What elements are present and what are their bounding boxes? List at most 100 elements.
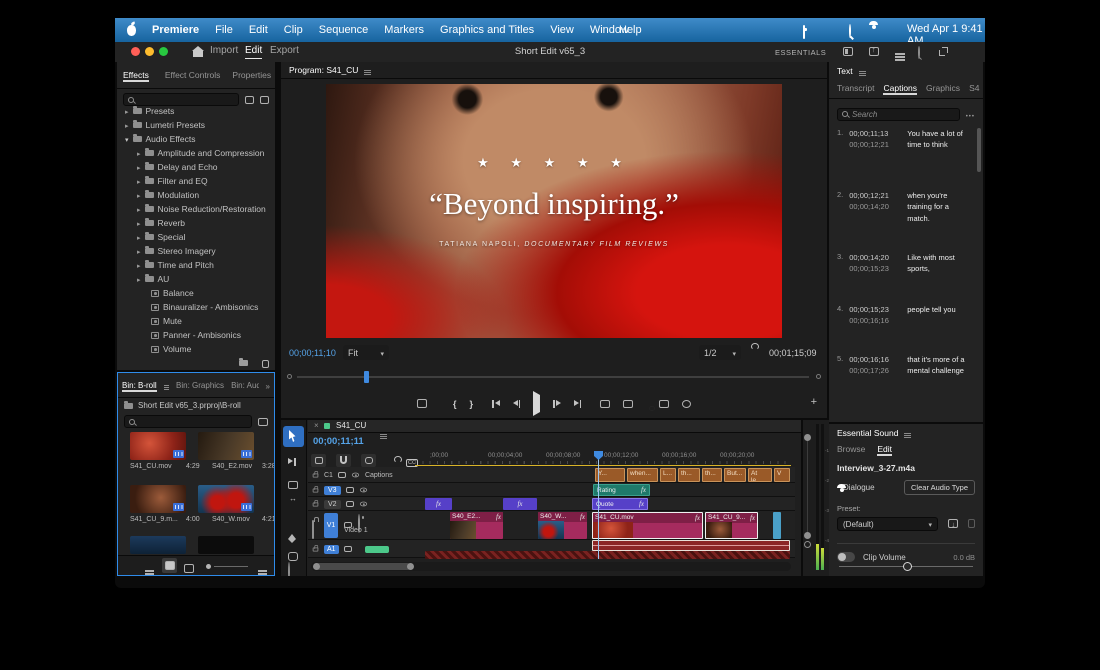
battery-icon[interactable] [803, 26, 805, 38]
snap-magnet-icon[interactable] [336, 454, 351, 467]
chevron-right-icon[interactable] [137, 260, 141, 270]
bin-clip-thumbnail[interactable] [198, 485, 254, 513]
caption-row[interactable]: 1. 00;00;11;1300;00;12;21 You have a lot… [837, 128, 975, 151]
sync-lock-icon[interactable] [344, 546, 352, 552]
clip-name[interactable]: S40_E2.mov [212, 463, 262, 473]
nav-export[interactable]: Export [270, 45, 299, 56]
panel-menu-icon[interactable] [164, 385, 169, 386]
chevron-right-icon[interactable] [137, 246, 141, 256]
chevron-right-icon[interactable] [137, 190, 141, 200]
ripple-edit-tool-icon[interactable] [288, 476, 298, 494]
multi-camera-icon[interactable] [659, 395, 669, 413]
progress-dashboard-icon[interactable] [895, 50, 905, 61]
nav-edit[interactable]: Edit [245, 45, 262, 59]
apple-menu-icon[interactable] [127, 25, 136, 36]
new-custom-bin-icon[interactable] [239, 360, 248, 366]
accelerated-effects-icon[interactable] [245, 96, 254, 104]
menu-help[interactable]: Help [619, 24, 642, 36]
graphic-clip-rating[interactable]: Ratingfx [593, 484, 650, 496]
tree-item-audio-effects[interactable]: Audio Effects [117, 132, 271, 146]
zoom-window-button[interactable] [159, 47, 168, 56]
quick-export-icon[interactable] [869, 47, 879, 59]
tree-item-panner[interactable]: Panner - Ambisonics [117, 328, 271, 342]
tree-item-modulation[interactable]: Modulation [117, 188, 271, 202]
clip-volume-slider[interactable] [839, 562, 973, 572]
bin-clip-thumbnail[interactable] [130, 485, 186, 513]
track-name-c1[interactable]: C1 [324, 472, 333, 479]
volume-slider-knob[interactable] [903, 562, 912, 571]
zoom-level-dropdown[interactable]: Fit [343, 345, 389, 360]
clip-volume-toggle[interactable] [837, 552, 855, 562]
tree-item-mute[interactable]: Mute [117, 314, 271, 328]
vscroll-handle-bottom2[interactable] [804, 541, 811, 548]
tree-item-amplitude[interactable]: Amplitude and Compression [117, 146, 271, 160]
lock-track-icon[interactable] [313, 502, 319, 506]
icon-view-button[interactable] [162, 558, 177, 573]
caption-clip[interactable]: Y... [595, 468, 625, 482]
panel-menu-icon[interactable] [904, 433, 911, 434]
essential-sound-title[interactable]: Essential Sound [837, 428, 898, 438]
menu-premiere[interactable]: Premiere [152, 24, 199, 36]
sort-icon[interactable] [258, 562, 267, 576]
tab-browse[interactable]: Browse [837, 444, 865, 454]
caption-clip[interactable]: But... [724, 468, 746, 482]
tree-item-reverb[interactable]: Reverb [117, 216, 271, 230]
chevron-right-icon[interactable] [137, 148, 141, 158]
workspaces-icon[interactable] [843, 47, 853, 59]
tree-item-delay-echo[interactable]: Delay and Echo [117, 160, 271, 174]
text-panel-title[interactable]: Text [837, 66, 853, 76]
filmstrip-view-icon[interactable] [184, 560, 194, 576]
track-target-v3[interactable]: V3 [324, 486, 341, 495]
tree-item-special[interactable]: Special [117, 230, 271, 244]
nav-import[interactable]: Import [210, 45, 238, 56]
timeline-timecode[interactable]: 00;00;11;11 [313, 436, 364, 447]
bin-clip-thumbnail[interactable] [130, 432, 186, 460]
tab-graphics[interactable]: Graphics [926, 83, 960, 93]
tree-item-balance[interactable]: Balance [117, 286, 271, 300]
menu-graphics-titles[interactable]: Graphics and Titles [440, 24, 534, 36]
track-target-v1[interactable]: V1 [324, 513, 338, 538]
program-timecode[interactable]: 00;00;11;10 [289, 348, 336, 358]
menu-sequence[interactable]: Sequence [319, 24, 369, 36]
spotlight-icon[interactable] [849, 25, 851, 37]
chevron-down-icon[interactable] [125, 134, 129, 144]
menu-clip[interactable]: Clip [284, 24, 303, 36]
track-target-a1[interactable]: A1 [324, 545, 339, 554]
home-icon[interactable] [193, 46, 203, 57]
bin-clip-thumbnail[interactable] [198, 432, 254, 460]
menu-edit[interactable]: Edit [249, 24, 268, 36]
caption-clip[interactable]: th... [678, 468, 700, 482]
clip-name[interactable]: S41_CU_9.m... [130, 516, 186, 526]
track-output-eye-icon[interactable] [359, 488, 366, 493]
video-clip-selected[interactable]: S41_CU.movfx [592, 512, 703, 539]
tree-item-filter-eq[interactable]: Filter and EQ [117, 174, 271, 188]
extract-icon[interactable] [623, 395, 633, 413]
chevron-right-icon[interactable] [137, 232, 141, 242]
chevron-right-icon[interactable] [137, 162, 141, 172]
mark-in-icon[interactable]: { [453, 399, 457, 409]
menu-view[interactable]: View [550, 24, 574, 36]
tab-properties[interactable]: Properties [232, 70, 271, 80]
bin-clip-thumbnail[interactable] [198, 536, 254, 554]
tab-overflow[interactable]: S4 [969, 83, 979, 93]
tree-item-binauralizer[interactable]: Binauralizer - Ambisonics [117, 300, 271, 314]
clip-name[interactable]: S41_CU.mov [130, 463, 172, 473]
step-forward-icon[interactable] [553, 400, 561, 408]
graphic-clip[interactable]: fx [425, 498, 452, 510]
pen-tool-icon[interactable] [288, 530, 296, 548]
clear-audio-type-button[interactable]: Clear Audio Type [904, 480, 975, 495]
sync-lock-icon[interactable] [346, 501, 354, 507]
caption-options-icon[interactable] [966, 105, 975, 123]
play-button[interactable] [533, 395, 540, 413]
timeline-hscroll-track[interactable] [311, 562, 791, 571]
chevron-right-icon[interactable] [125, 106, 129, 116]
scroll-zoom-handle-left[interactable] [313, 563, 320, 570]
timeline-hscroll-thumb[interactable] [315, 563, 411, 570]
vscroll-handle-bottom[interactable] [804, 532, 811, 539]
track-output-eye-icon[interactable] [352, 473, 359, 478]
mark-out-icon[interactable]: } [470, 399, 474, 409]
track-target-v2[interactable]: V2 [324, 500, 341, 509]
bin-clip-thumbnail[interactable] [130, 536, 186, 554]
comparison-view-icon[interactable] [417, 395, 427, 413]
program-playhead[interactable] [364, 371, 369, 383]
